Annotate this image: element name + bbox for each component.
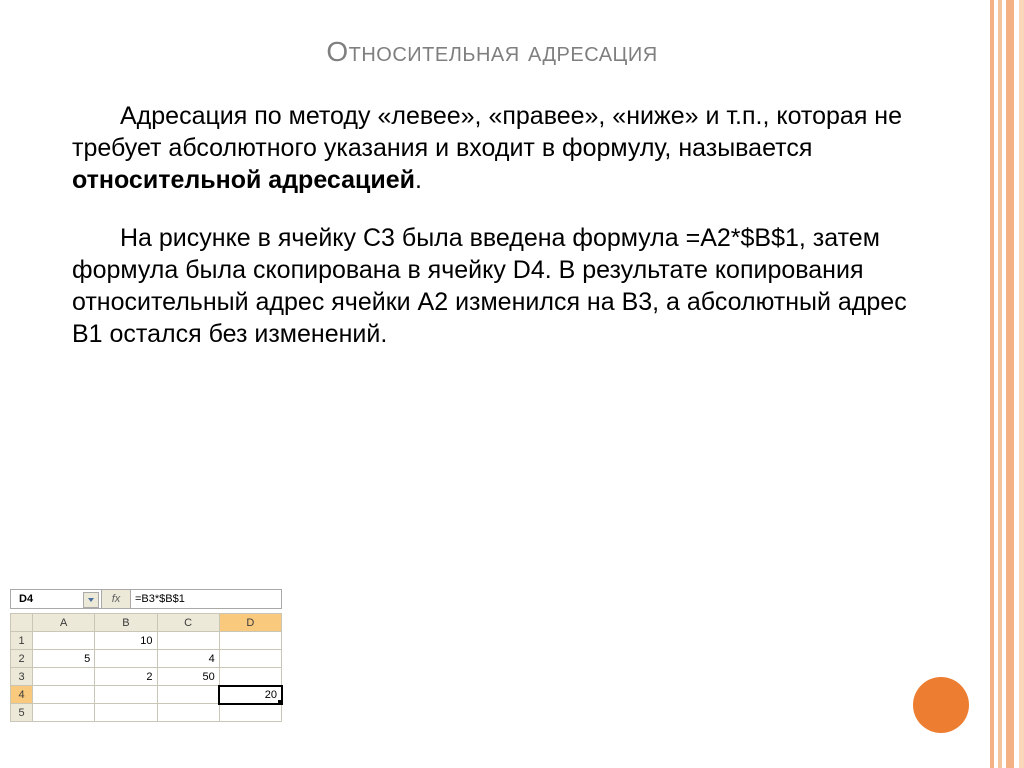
slide: Относительная адресация Адресация по мет… bbox=[0, 0, 1024, 768]
paragraph-1-bold: относительной адресацией bbox=[72, 166, 415, 194]
accent-bar bbox=[1019, 0, 1024, 768]
accent-bar bbox=[1006, 0, 1014, 768]
row-header-2[interactable]: 2 bbox=[11, 650, 33, 668]
grid: A B C D 1 10 2 5 4 3 2 bbox=[10, 613, 282, 722]
row-header-5[interactable]: 5 bbox=[11, 704, 33, 722]
cell-d3[interactable] bbox=[219, 668, 281, 686]
cell-d1[interactable] bbox=[219, 632, 281, 650]
slide-body: Адресация по методу «левее», «правее», «… bbox=[72, 100, 942, 376]
name-box-dropdown-icon[interactable] bbox=[83, 592, 99, 608]
column-header-row: A B C D bbox=[11, 614, 282, 632]
name-box[interactable]: D4 bbox=[11, 590, 102, 608]
cell-c3[interactable]: 50 bbox=[157, 668, 219, 686]
cell-d2[interactable] bbox=[219, 650, 281, 668]
row-4: 4 20 bbox=[11, 686, 282, 704]
cell-b4[interactable] bbox=[95, 686, 157, 704]
cell-d4[interactable]: 20 bbox=[219, 686, 281, 704]
paragraph-1-tail: . bbox=[415, 166, 422, 194]
cell-a5[interactable] bbox=[33, 704, 95, 722]
cell-c2[interactable]: 4 bbox=[157, 650, 219, 668]
cell-c5[interactable] bbox=[157, 704, 219, 722]
row-5: 5 bbox=[11, 704, 282, 722]
row-3: 3 2 50 bbox=[11, 668, 282, 686]
row-header-4[interactable]: 4 bbox=[11, 686, 33, 704]
col-header-c[interactable]: C bbox=[157, 614, 219, 632]
accent-bar bbox=[990, 0, 994, 768]
row-2: 2 5 4 bbox=[11, 650, 282, 668]
formula-input[interactable]: =B3*$B$1 bbox=[131, 590, 281, 608]
paragraph-1-text: Адресация по методу «левее», «правее», «… bbox=[72, 102, 902, 162]
col-header-a[interactable]: A bbox=[33, 614, 95, 632]
cell-b2[interactable] bbox=[95, 650, 157, 668]
select-all-corner[interactable] bbox=[11, 614, 33, 632]
paragraph-1: Адресация по методу «левее», «правее», «… bbox=[72, 100, 942, 196]
slide-title: Относительная адресация bbox=[0, 36, 984, 68]
cell-a1[interactable] bbox=[33, 632, 95, 650]
fx-label[interactable]: fx bbox=[102, 590, 131, 608]
cell-a2[interactable]: 5 bbox=[33, 650, 95, 668]
cell-b1[interactable]: 10 bbox=[95, 632, 157, 650]
cell-a4[interactable] bbox=[33, 686, 95, 704]
name-box-value: D4 bbox=[19, 593, 33, 605]
col-header-d[interactable]: D bbox=[219, 614, 281, 632]
cell-b3[interactable]: 2 bbox=[95, 668, 157, 686]
row-header-3[interactable]: 3 bbox=[11, 668, 33, 686]
row-header-1[interactable]: 1 bbox=[11, 632, 33, 650]
cell-c1[interactable] bbox=[157, 632, 219, 650]
cell-a3[interactable] bbox=[33, 668, 95, 686]
accent-bar bbox=[998, 0, 1002, 768]
spreadsheet: D4 fx =B3*$B$1 A B C D 1 10 bbox=[10, 589, 282, 722]
cell-d5[interactable] bbox=[219, 704, 281, 722]
formula-bar: D4 fx =B3*$B$1 bbox=[10, 589, 282, 609]
accent-dot bbox=[913, 677, 969, 733]
cell-b5[interactable] bbox=[95, 704, 157, 722]
col-header-b[interactable]: B bbox=[95, 614, 157, 632]
cell-c4[interactable] bbox=[157, 686, 219, 704]
row-1: 1 10 bbox=[11, 632, 282, 650]
paragraph-2: На рисунке в ячейку С3 была введена форм… bbox=[72, 222, 942, 350]
